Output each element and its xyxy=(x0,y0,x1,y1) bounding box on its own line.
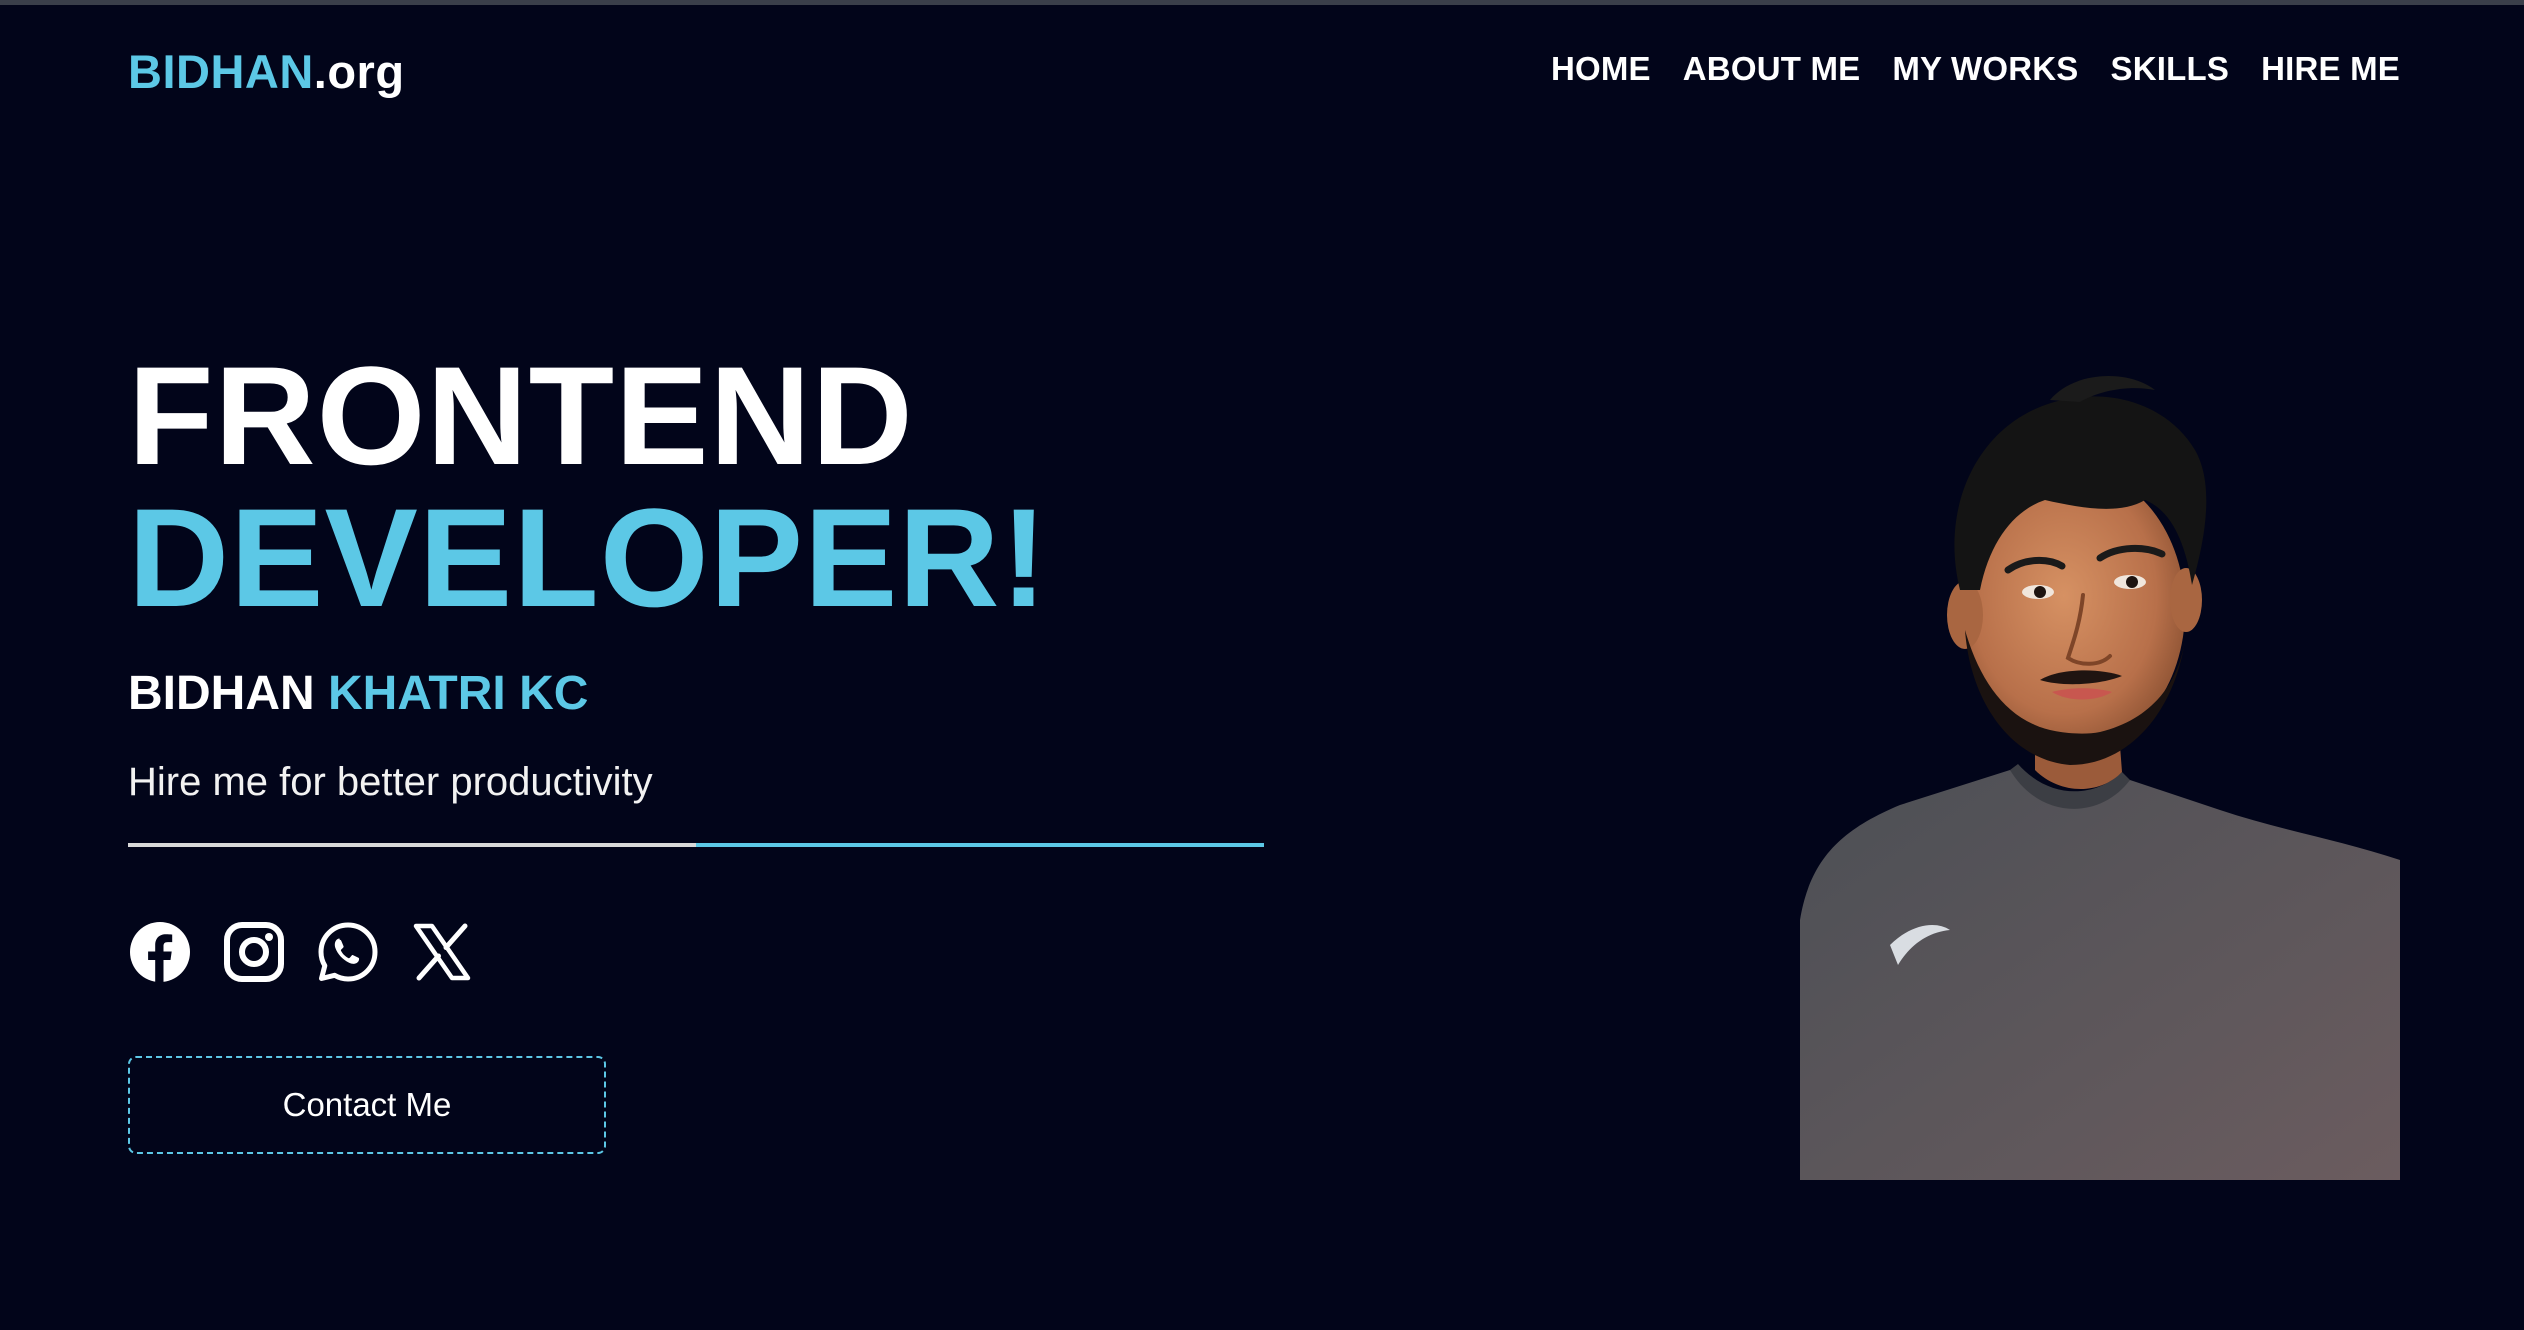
nav-home[interactable]: HOME xyxy=(1551,50,1651,88)
site-logo[interactable]: BIDHAN.org xyxy=(128,44,405,99)
social-links xyxy=(128,920,474,984)
hero-title-line2: DEVELOPER! xyxy=(128,479,1049,636)
logo-accent-text: BIDHAN xyxy=(128,45,314,98)
name-first: BIDHAN xyxy=(128,667,315,720)
hero-divider xyxy=(128,843,1264,847)
instagram-icon[interactable] xyxy=(222,920,286,984)
profile-photo xyxy=(1800,376,2400,1180)
contact-me-button[interactable]: Contact Me xyxy=(128,1056,606,1154)
whatsapp-icon[interactable] xyxy=(316,920,380,984)
hero-title: FRONTEND DEVELOPER! xyxy=(128,345,1048,629)
nav-hire-me[interactable]: HIRE ME xyxy=(2261,50,2400,88)
nav-skills[interactable]: SKILLS xyxy=(2111,50,2230,88)
name-last: KHATRI KC xyxy=(328,667,589,720)
developer-name: BIDHAN KHATRI KC xyxy=(128,666,588,721)
hero-tagline: Hire me for better productivity xyxy=(128,760,653,804)
facebook-icon[interactable] xyxy=(128,920,192,984)
main-nav: HOME ABOUT ME MY WORKS SKILLS HIRE ME xyxy=(1551,50,2400,88)
site-header: BIDHAN.org HOME ABOUT ME MY WORKS SKILLS… xyxy=(0,0,2524,150)
x-twitter-icon[interactable] xyxy=(410,920,474,984)
hero-title-line1: FRONTEND xyxy=(128,337,914,494)
nav-about-me[interactable]: ABOUT ME xyxy=(1683,50,1861,88)
logo-domain-text: .org xyxy=(313,45,405,98)
nav-my-works[interactable]: MY WORKS xyxy=(1892,50,2078,88)
